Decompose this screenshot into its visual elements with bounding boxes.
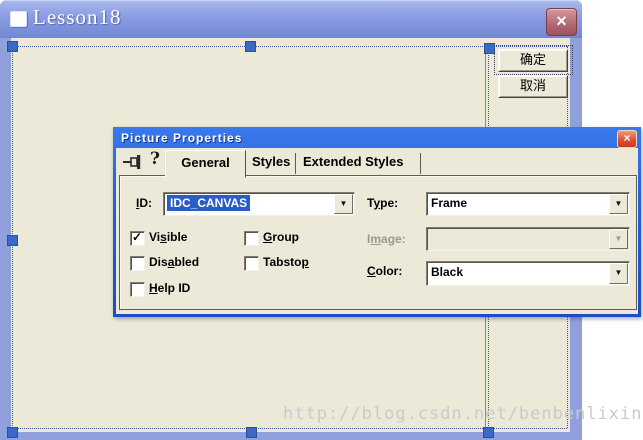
color-label: Color: bbox=[367, 264, 403, 278]
selection-handle-bottom-middle[interactable] bbox=[246, 427, 257, 438]
color-value: Black bbox=[431, 265, 464, 279]
helpid-checkbox[interactable] bbox=[130, 282, 145, 297]
close-icon: × bbox=[623, 131, 631, 145]
color-combobox[interactable]: Black ▼ bbox=[426, 261, 630, 286]
type-value: Frame bbox=[431, 196, 468, 210]
tab-styles[interactable]: Styles bbox=[252, 154, 290, 169]
chevron-down-icon[interactable]: ▼ bbox=[334, 194, 353, 214]
id-value: IDC_CANVAS bbox=[167, 195, 251, 211]
group-label: Group bbox=[263, 230, 300, 244]
helpid-label: Help ID bbox=[149, 281, 191, 295]
tab-general[interactable]: General bbox=[165, 150, 246, 178]
tab-separator bbox=[420, 153, 421, 174]
type-label: Type: bbox=[367, 196, 399, 210]
id-label: ID: bbox=[136, 196, 153, 210]
visible-checkbox[interactable]: ✓ bbox=[130, 230, 145, 246]
properties-close-button[interactable]: × bbox=[617, 130, 637, 148]
close-icon: × bbox=[556, 11, 567, 31]
properties-title: Picture Properties bbox=[121, 131, 243, 145]
window-icon bbox=[10, 11, 27, 27]
selection-handle-top-right[interactable] bbox=[484, 43, 495, 54]
tabstop-label: Tabstop bbox=[263, 255, 309, 269]
check-icon: ✓ bbox=[132, 230, 143, 244]
selection-handle-bottom-left[interactable] bbox=[7, 427, 18, 438]
pushpin-icon[interactable] bbox=[122, 154, 146, 170]
general-tab-panel: ID: IDC_CANVAS ▼ Type: Frame ▼ ✓ Visible bbox=[119, 175, 637, 310]
disabled-checkbox[interactable] bbox=[130, 256, 145, 271]
tab-extended-styles[interactable]: Extended Styles bbox=[303, 154, 403, 169]
tab-separator bbox=[295, 153, 296, 174]
chevron-down-icon: ▼ bbox=[609, 229, 628, 249]
editor-titlebar[interactable]: Lesson18 × bbox=[0, 0, 582, 38]
help-icon[interactable]: ? bbox=[150, 149, 160, 169]
selection-handle-left-middle[interactable] bbox=[7, 235, 18, 246]
type-combobox[interactable]: Frame ▼ bbox=[426, 192, 630, 216]
chevron-down-icon[interactable]: ▼ bbox=[609, 263, 628, 284]
image-label: Image: bbox=[367, 232, 406, 246]
watermark-text: http://blog.csdn.net/benbenlixin bbox=[283, 404, 643, 424]
chevron-down-icon[interactable]: ▼ bbox=[609, 194, 628, 214]
cancel-button[interactable]: 取消 bbox=[498, 75, 568, 98]
ok-button[interactable]: 确定 bbox=[498, 49, 568, 72]
selection-handle-top-middle[interactable] bbox=[245, 41, 256, 52]
visible-label: Visible bbox=[149, 230, 188, 244]
image-combobox: ▼ bbox=[426, 227, 630, 251]
screenshot-stage: Lesson18 × 确定 取消 http://blog.csdn.net/be… bbox=[0, 0, 643, 440]
group-checkbox[interactable] bbox=[244, 231, 259, 246]
disabled-label: Disabled bbox=[149, 255, 200, 269]
editor-close-button[interactable]: × bbox=[546, 8, 577, 36]
selection-handle-bottom-right[interactable] bbox=[483, 427, 494, 438]
tabstop-checkbox[interactable] bbox=[244, 256, 259, 271]
selection-handle-top-left[interactable] bbox=[7, 41, 18, 52]
editor-window-title: Lesson18 bbox=[33, 5, 122, 29]
id-combobox[interactable]: IDC_CANVAS ▼ bbox=[163, 192, 355, 216]
picture-properties-window: Picture Properties × ? General Styles Ex… bbox=[113, 127, 641, 317]
properties-client: ? General Styles Extended Styles ID: IDC… bbox=[116, 148, 638, 314]
